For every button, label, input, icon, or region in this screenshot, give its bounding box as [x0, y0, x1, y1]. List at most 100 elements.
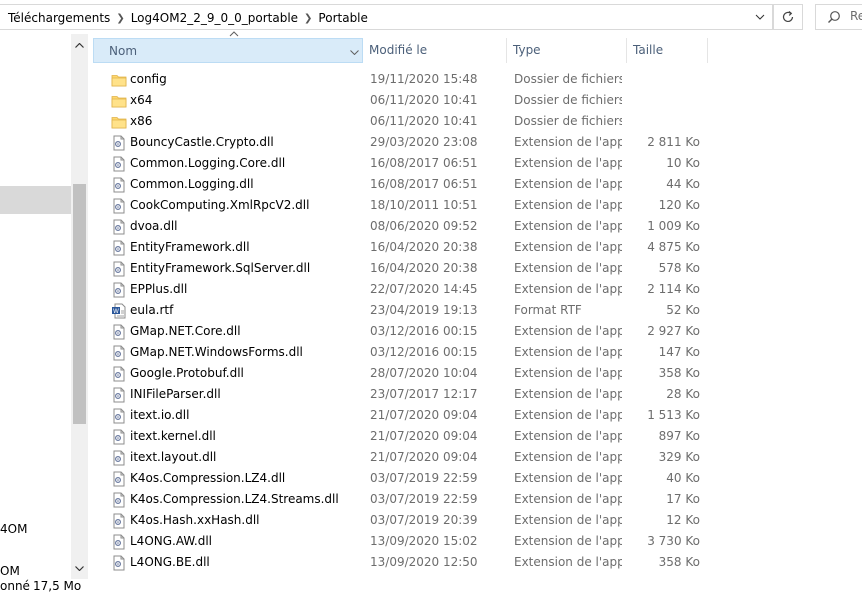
breadcrumb: Téléchargements ❯ Log4OM2_2_9_0_0_portab… [8, 10, 368, 26]
file-modified: 19/11/2020 15:48 [370, 72, 478, 86]
file-row[interactable]: L4ONG.AW.dll 13/09/2020 15:02 Extension de… [93, 531, 862, 552]
file-type: Dossier de fichiers [514, 114, 622, 128]
file-row[interactable]: x64 06/11/2020 10:41 Dossier de fichiers [93, 90, 862, 111]
file-type: Extension de l'application [514, 387, 622, 401]
chevron-right-icon[interactable]: ❯ [304, 13, 312, 24]
file-row[interactable]: itext.io.dll 21/07/2020 09:04 Extension de… [93, 405, 862, 426]
file-name: L4ONG.AW.dll [130, 534, 212, 548]
file-size [627, 111, 700, 132]
scrollbar-thumb[interactable] [73, 184, 86, 424]
file-row[interactable]: INIFileParser.dll 23/07/2017 12:17 Extensi… [93, 384, 862, 405]
nav-scrollbar[interactable] [71, 34, 88, 579]
nav-selected-item[interactable] [0, 186, 71, 214]
file-name: dvoa.dll [130, 219, 178, 233]
file-name: itext.kernel.dll [130, 429, 216, 443]
file-row[interactable]: GMap.NET.Core.dll 03/12/2016 00:15 Extensi… [93, 321, 862, 342]
dll-file-icon [111, 324, 127, 340]
file-name: x64 [130, 93, 153, 107]
breadcrumb-item[interactable]: Log4OM2_2_9_0_0_portable [131, 11, 298, 25]
folder-icon [111, 93, 127, 109]
file-row[interactable]: BouncyCastle.Crypto.dll 29/03/2020 23:08 E… [93, 132, 862, 153]
file-modified: 13/09/2020 15:02 [370, 534, 478, 548]
chevron-right-icon[interactable]: ❯ [116, 13, 124, 24]
file-row[interactable]: Google.Protobuf.dll 28/07/2020 10:04 Exten… [93, 363, 862, 384]
file-size: 120 Ko [658, 198, 700, 212]
file-size: 28 Ko [666, 387, 700, 401]
file-size: 358 Ko [658, 555, 700, 569]
dll-file-icon [111, 492, 127, 508]
file-row[interactable]: itext.layout.dll 21/07/2020 09:04 Extensio… [93, 447, 862, 468]
file-size [627, 90, 700, 111]
file-type: Extension de l'application [514, 513, 622, 527]
file-row[interactable]: K4os.Compression.LZ4.Streams.dll 03/07/20… [93, 489, 862, 510]
scroll-down-icon[interactable] [71, 561, 88, 575]
nav-item-label[interactable]: OM [0, 564, 20, 576]
file-type: Extension de l'application [514, 492, 622, 506]
dll-file-icon [111, 429, 127, 445]
address-bar[interactable]: Téléchargements ❯ Log4OM2_2_9_0_0_portab… [0, 4, 773, 30]
file-row[interactable]: Common.Logging.Core.dll 16/08/2017 06:51 E… [93, 153, 862, 174]
dll-file-icon [111, 156, 127, 172]
file-row[interactable]: config 19/11/2020 15:48 Dossier de fichier… [93, 69, 862, 90]
file-type: Extension de l'application [514, 471, 622, 485]
file-row[interactable]: CookComputing.XmlRpcV2.dll 18/10/2011 10:… [93, 195, 862, 216]
search-input[interactable]: Rechercher dans : Portable [815, 4, 862, 30]
column-header-type[interactable]: Type [507, 38, 627, 63]
dll-file-icon [111, 408, 127, 424]
file-type: Format RTF [514, 303, 582, 317]
column-header-modified[interactable]: Modifié le [363, 38, 507, 63]
file-row[interactable]: W eula.rtf 23/04/2019 19:13 Format RTF 52 K… [93, 300, 862, 321]
file-row[interactable]: K4os.Compression.LZ4.dll 03/07/2019 22:59… [93, 468, 862, 489]
column-header-name[interactable]: Nom [93, 31, 363, 64]
file-row[interactable]: EPPlus.dll 22/07/2020 14:45 Extension de l… [93, 279, 862, 300]
file-row[interactable]: itext.kernel.dll 21/07/2020 09:04 Extensio… [93, 426, 862, 447]
file-type: Extension de l'application [514, 240, 622, 254]
refresh-button[interactable] [773, 4, 803, 30]
file-type: Extension de l'application [514, 366, 622, 380]
scroll-up-icon[interactable] [71, 38, 88, 52]
file-modified: 21/07/2020 09:04 [370, 429, 478, 443]
file-type: Extension de l'application [514, 198, 622, 212]
file-name: Google.Protobuf.dll [130, 366, 244, 380]
file-modified: 03/07/2019 20:39 [370, 513, 478, 527]
folder-icon [111, 114, 127, 130]
file-size: 897 Ko [658, 429, 700, 443]
file-modified: 23/04/2019 19:13 [370, 303, 478, 317]
folder-icon [111, 72, 127, 88]
chevron-down-icon[interactable] [749, 6, 771, 28]
file-row[interactable]: x86 06/11/2020 10:41 Dossier de fichiers [93, 111, 862, 132]
column-label: Type [513, 43, 541, 57]
file-type: Dossier de fichiers [514, 93, 622, 107]
file-type: Extension de l'application [514, 177, 622, 191]
file-size: 578 Ko [658, 261, 700, 275]
status-bar: onné 17,5 Mo [0, 579, 862, 593]
file-row[interactable]: K4os.Hash.xxHash.dll 03/07/2019 20:39 Exte… [93, 510, 862, 531]
file-row[interactable]: EntityFramework.dll 16/04/2020 20:38 Exten… [93, 237, 862, 258]
file-modified: 16/08/2017 06:51 [370, 177, 478, 191]
file-modified: 03/12/2016 00:15 [370, 345, 478, 359]
dll-file-icon [111, 534, 127, 550]
file-row[interactable]: dvoa.dll 08/06/2020 09:52 Extension de l'a… [93, 216, 862, 237]
file-modified: 16/04/2020 20:38 [370, 261, 478, 275]
file-type: Extension de l'application [514, 135, 622, 149]
dll-file-icon [111, 555, 127, 571]
breadcrumb-item[interactable]: Portable [318, 11, 367, 25]
search-icon [828, 11, 840, 23]
file-modified: 13/09/2020 12:50 [370, 555, 478, 569]
file-type: Extension de l'application [514, 156, 622, 170]
column-header-size[interactable]: Taille [627, 38, 708, 63]
column-header: Nom Modifié le Type Taille [93, 31, 862, 64]
file-modified: 18/10/2011 10:51 [370, 198, 478, 212]
file-size: 17 Ko [666, 492, 700, 506]
column-label: Taille [633, 43, 664, 57]
file-size: 2 811 Ko [647, 135, 700, 149]
chevron-down-icon[interactable] [350, 39, 359, 64]
file-row[interactable]: L4ONG.BE.dll 13/09/2020 12:50 Extension de… [93, 552, 862, 573]
breadcrumb-item[interactable]: Téléchargements [8, 11, 110, 25]
file-row[interactable]: EntityFramework.SqlServer.dll 16/04/2020 … [93, 258, 862, 279]
nav-item-label[interactable]: 4OM [0, 522, 27, 536]
file-row[interactable]: GMap.NET.WindowsForms.dll 03/12/2016 00:1… [93, 342, 862, 363]
file-type: Extension de l'application [514, 324, 622, 338]
file-modified: 28/07/2020 10:04 [370, 366, 478, 380]
file-row[interactable]: Common.Logging.dll 16/08/2017 06:51 Extens… [93, 174, 862, 195]
